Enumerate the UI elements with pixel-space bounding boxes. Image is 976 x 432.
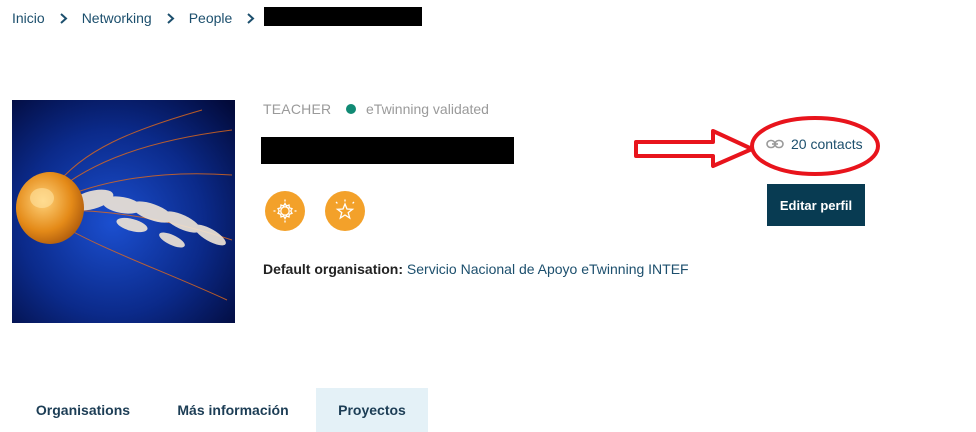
- contacts-label: 20 contacts: [791, 136, 863, 152]
- breadcrumb: Inicio Networking People: [12, 7, 255, 29]
- edit-profile-button[interactable]: Editar perfil: [767, 184, 865, 226]
- redacted-breadcrumb-current: [264, 7, 422, 26]
- profile-role: TEACHER: [263, 101, 332, 117]
- validation-status: eTwinning validated: [346, 101, 489, 117]
- chevron-right-icon: [59, 12, 68, 24]
- chevron-right-icon: [246, 12, 255, 24]
- org-label: Default organisation:: [263, 261, 404, 277]
- org-link[interactable]: Servicio Nacional de Apoyo eTwinning INT…: [407, 261, 689, 277]
- redacted-profile-name: [261, 137, 514, 164]
- tab-proyectos[interactable]: Proyectos: [316, 388, 428, 432]
- profile-avatar: [12, 100, 235, 323]
- validation-text: eTwinning validated: [366, 101, 489, 117]
- tab-organisations[interactable]: Organisations: [20, 388, 146, 432]
- breadcrumb-home-link[interactable]: Inicio: [12, 10, 45, 26]
- default-organisation: Default organisation: Servicio Nacional …: [263, 261, 689, 277]
- validated-dot-icon: [346, 104, 356, 114]
- settings-badge-icon[interactable]: [265, 191, 305, 231]
- breadcrumb-people-link[interactable]: People: [189, 10, 233, 26]
- chevron-right-icon: [166, 12, 175, 24]
- contacts-link[interactable]: 20 contacts: [766, 136, 863, 152]
- breadcrumb-networking-link[interactable]: Networking: [82, 10, 152, 26]
- link-icon: [766, 139, 784, 149]
- star-badge-icon[interactable]: [325, 191, 365, 231]
- tab-mas-informacion[interactable]: Más información: [160, 388, 306, 432]
